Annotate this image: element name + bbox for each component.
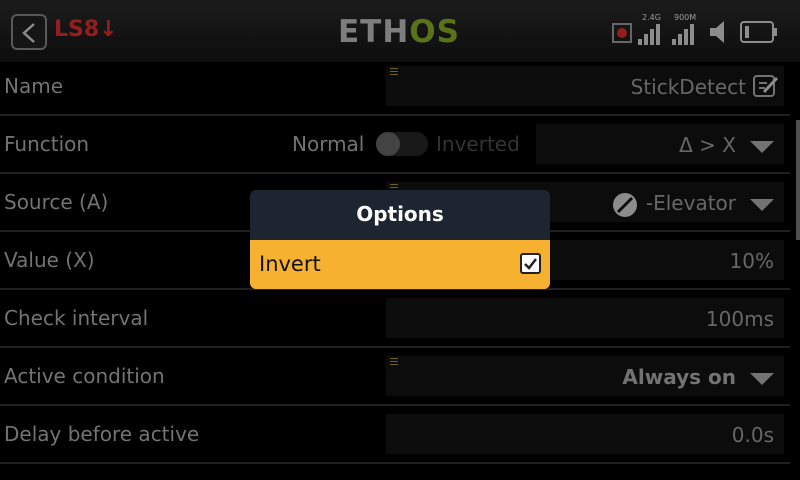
invert-checkbox[interactable] [520, 253, 541, 274]
options-dialog: Options Invert [250, 190, 550, 289]
dialog-title: Options [250, 190, 550, 240]
option-invert[interactable]: Invert [250, 240, 550, 289]
checkmark-icon [524, 258, 537, 270]
